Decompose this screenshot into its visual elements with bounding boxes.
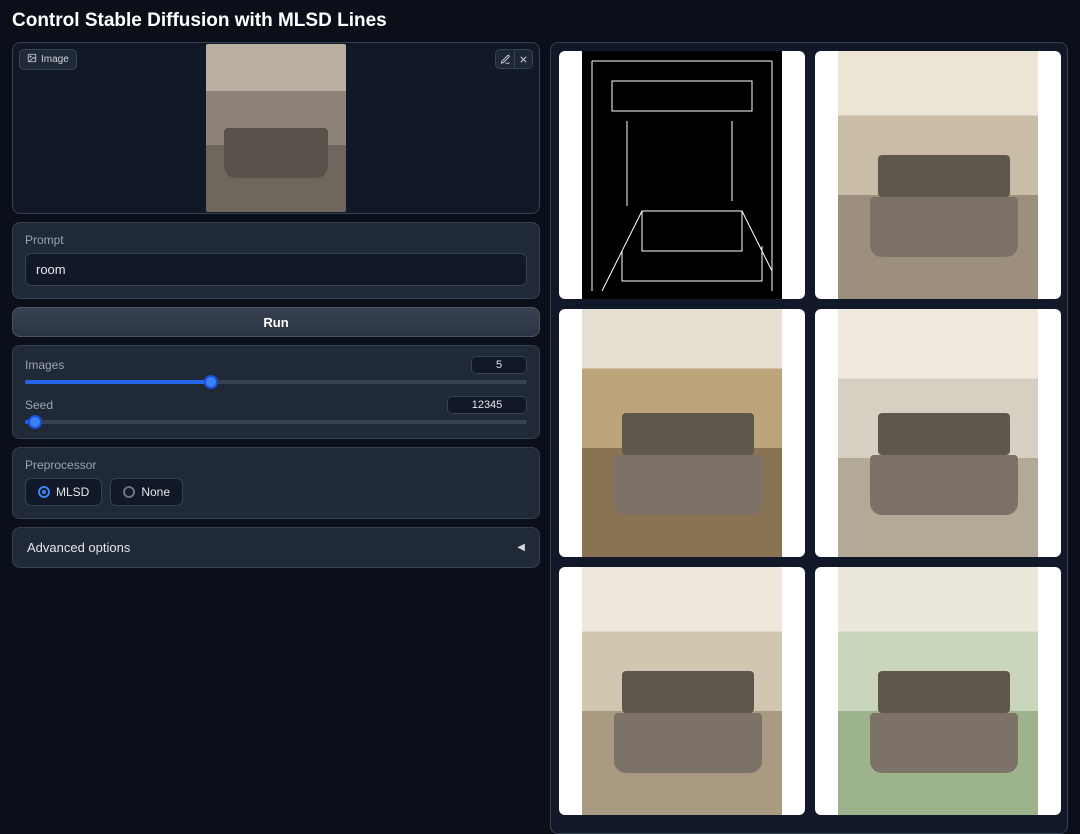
seed-value[interactable]: 12345: [447, 396, 527, 414]
images-label: Images: [25, 358, 64, 372]
generated-room-image: [582, 309, 782, 557]
preprocessor-label: Preprocessor: [25, 458, 527, 472]
radio-dot-icon: [123, 486, 135, 498]
output-gallery: [550, 42, 1068, 834]
sliders-card: Images 5 Seed 12345: [12, 345, 540, 439]
input-image-card[interactable]: Image: [12, 42, 540, 214]
seed-label: Seed: [25, 398, 53, 412]
preprocessor-option-mlsd[interactable]: MLSD: [25, 478, 102, 506]
generated-room-image: [582, 567, 782, 815]
page-title: Control Stable Diffusion with MLSD Lines: [12, 10, 1068, 32]
prompt-label: Prompt: [25, 233, 527, 247]
image-badge-label: Image: [41, 54, 69, 65]
gallery-tile[interactable]: [815, 567, 1061, 815]
generated-room-image: [838, 567, 1038, 815]
preprocessor-option-none[interactable]: None: [110, 478, 183, 506]
gallery-tile[interactable]: [559, 567, 805, 815]
generated-room-image: [838, 309, 1038, 557]
radio-dot-icon: [38, 486, 50, 498]
clear-image-button[interactable]: [514, 50, 532, 68]
mlsd-lines-preview: [582, 51, 782, 299]
images-slider-row: Images 5: [25, 356, 527, 384]
gallery-tile[interactable]: [559, 309, 805, 557]
gallery-tile[interactable]: [815, 309, 1061, 557]
advanced-options-accordion[interactable]: Advanced options ◀: [12, 527, 540, 568]
run-button[interactable]: Run: [12, 307, 540, 337]
seed-slider-thumb[interactable]: [28, 415, 42, 429]
seed-slider-row: Seed 12345: [25, 396, 527, 424]
prompt-input[interactable]: [25, 253, 527, 286]
preprocessor-option-none-label: None: [141, 485, 170, 499]
image-icon: [27, 53, 37, 66]
edit-image-button[interactable]: [496, 50, 514, 68]
advanced-options-label: Advanced options: [27, 540, 130, 555]
images-slider-fill: [25, 380, 211, 384]
input-image-thumbnail: [206, 44, 346, 212]
image-badge: Image: [19, 49, 77, 70]
seed-slider[interactable]: [25, 420, 527, 424]
preprocessor-radio-row: MLSD None: [25, 478, 527, 506]
image-tools: [495, 49, 533, 69]
triangle-left-icon: ◀: [517, 542, 525, 553]
preprocessor-card: Preprocessor MLSD None: [12, 447, 540, 519]
prompt-card: Prompt: [12, 222, 540, 299]
gallery-tile[interactable]: [815, 51, 1061, 299]
generated-room-image: [838, 51, 1038, 299]
images-slider[interactable]: [25, 380, 527, 384]
images-slider-thumb[interactable]: [204, 375, 218, 389]
preprocessor-option-mlsd-label: MLSD: [56, 485, 89, 499]
images-value[interactable]: 5: [471, 356, 527, 374]
gallery-tile[interactable]: [559, 51, 805, 299]
